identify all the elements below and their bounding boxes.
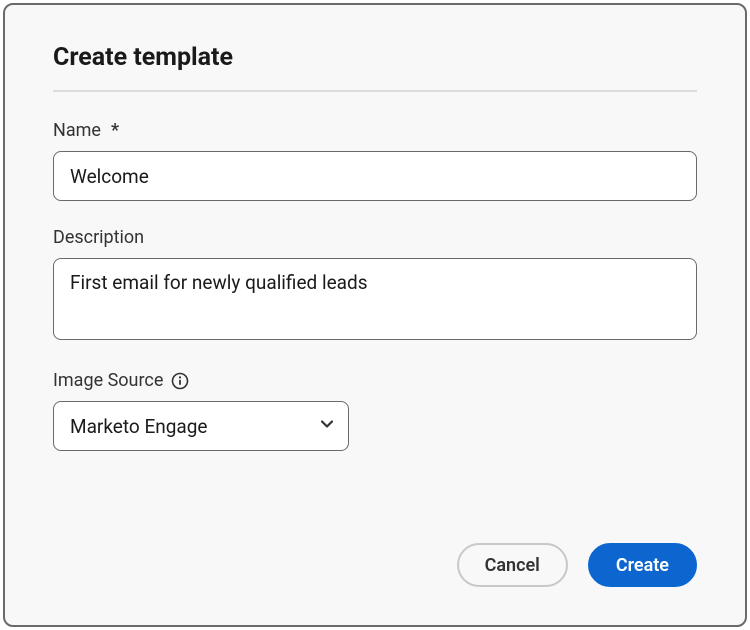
dialog-title: Create template — [53, 43, 697, 72]
name-field: Name * — [53, 120, 697, 201]
name-label-text: Name — [53, 120, 101, 141]
description-label-text: Description — [53, 227, 144, 248]
name-input[interactable] — [53, 151, 697, 201]
required-marker: * — [111, 120, 119, 141]
divider — [53, 90, 697, 92]
image-source-field: Image Source Marketo Engage — [53, 370, 697, 451]
button-row: Cancel Create — [53, 517, 697, 587]
create-button[interactable]: Create — [588, 543, 697, 587]
description-input[interactable]: First email for newly qualified leads — [53, 258, 697, 340]
cancel-button[interactable]: Cancel — [457, 543, 568, 587]
description-field: Description First email for newly qualif… — [53, 227, 697, 344]
image-source-select-wrapper: Marketo Engage — [53, 401, 349, 451]
image-source-label-text: Image Source — [53, 370, 163, 391]
image-source-label: Image Source — [53, 370, 697, 391]
info-icon[interactable] — [171, 372, 189, 390]
name-label: Name * — [53, 120, 697, 141]
image-source-select[interactable]: Marketo Engage — [53, 401, 349, 451]
description-label: Description — [53, 227, 697, 248]
create-template-dialog: Create template Name * Description First… — [3, 3, 747, 627]
